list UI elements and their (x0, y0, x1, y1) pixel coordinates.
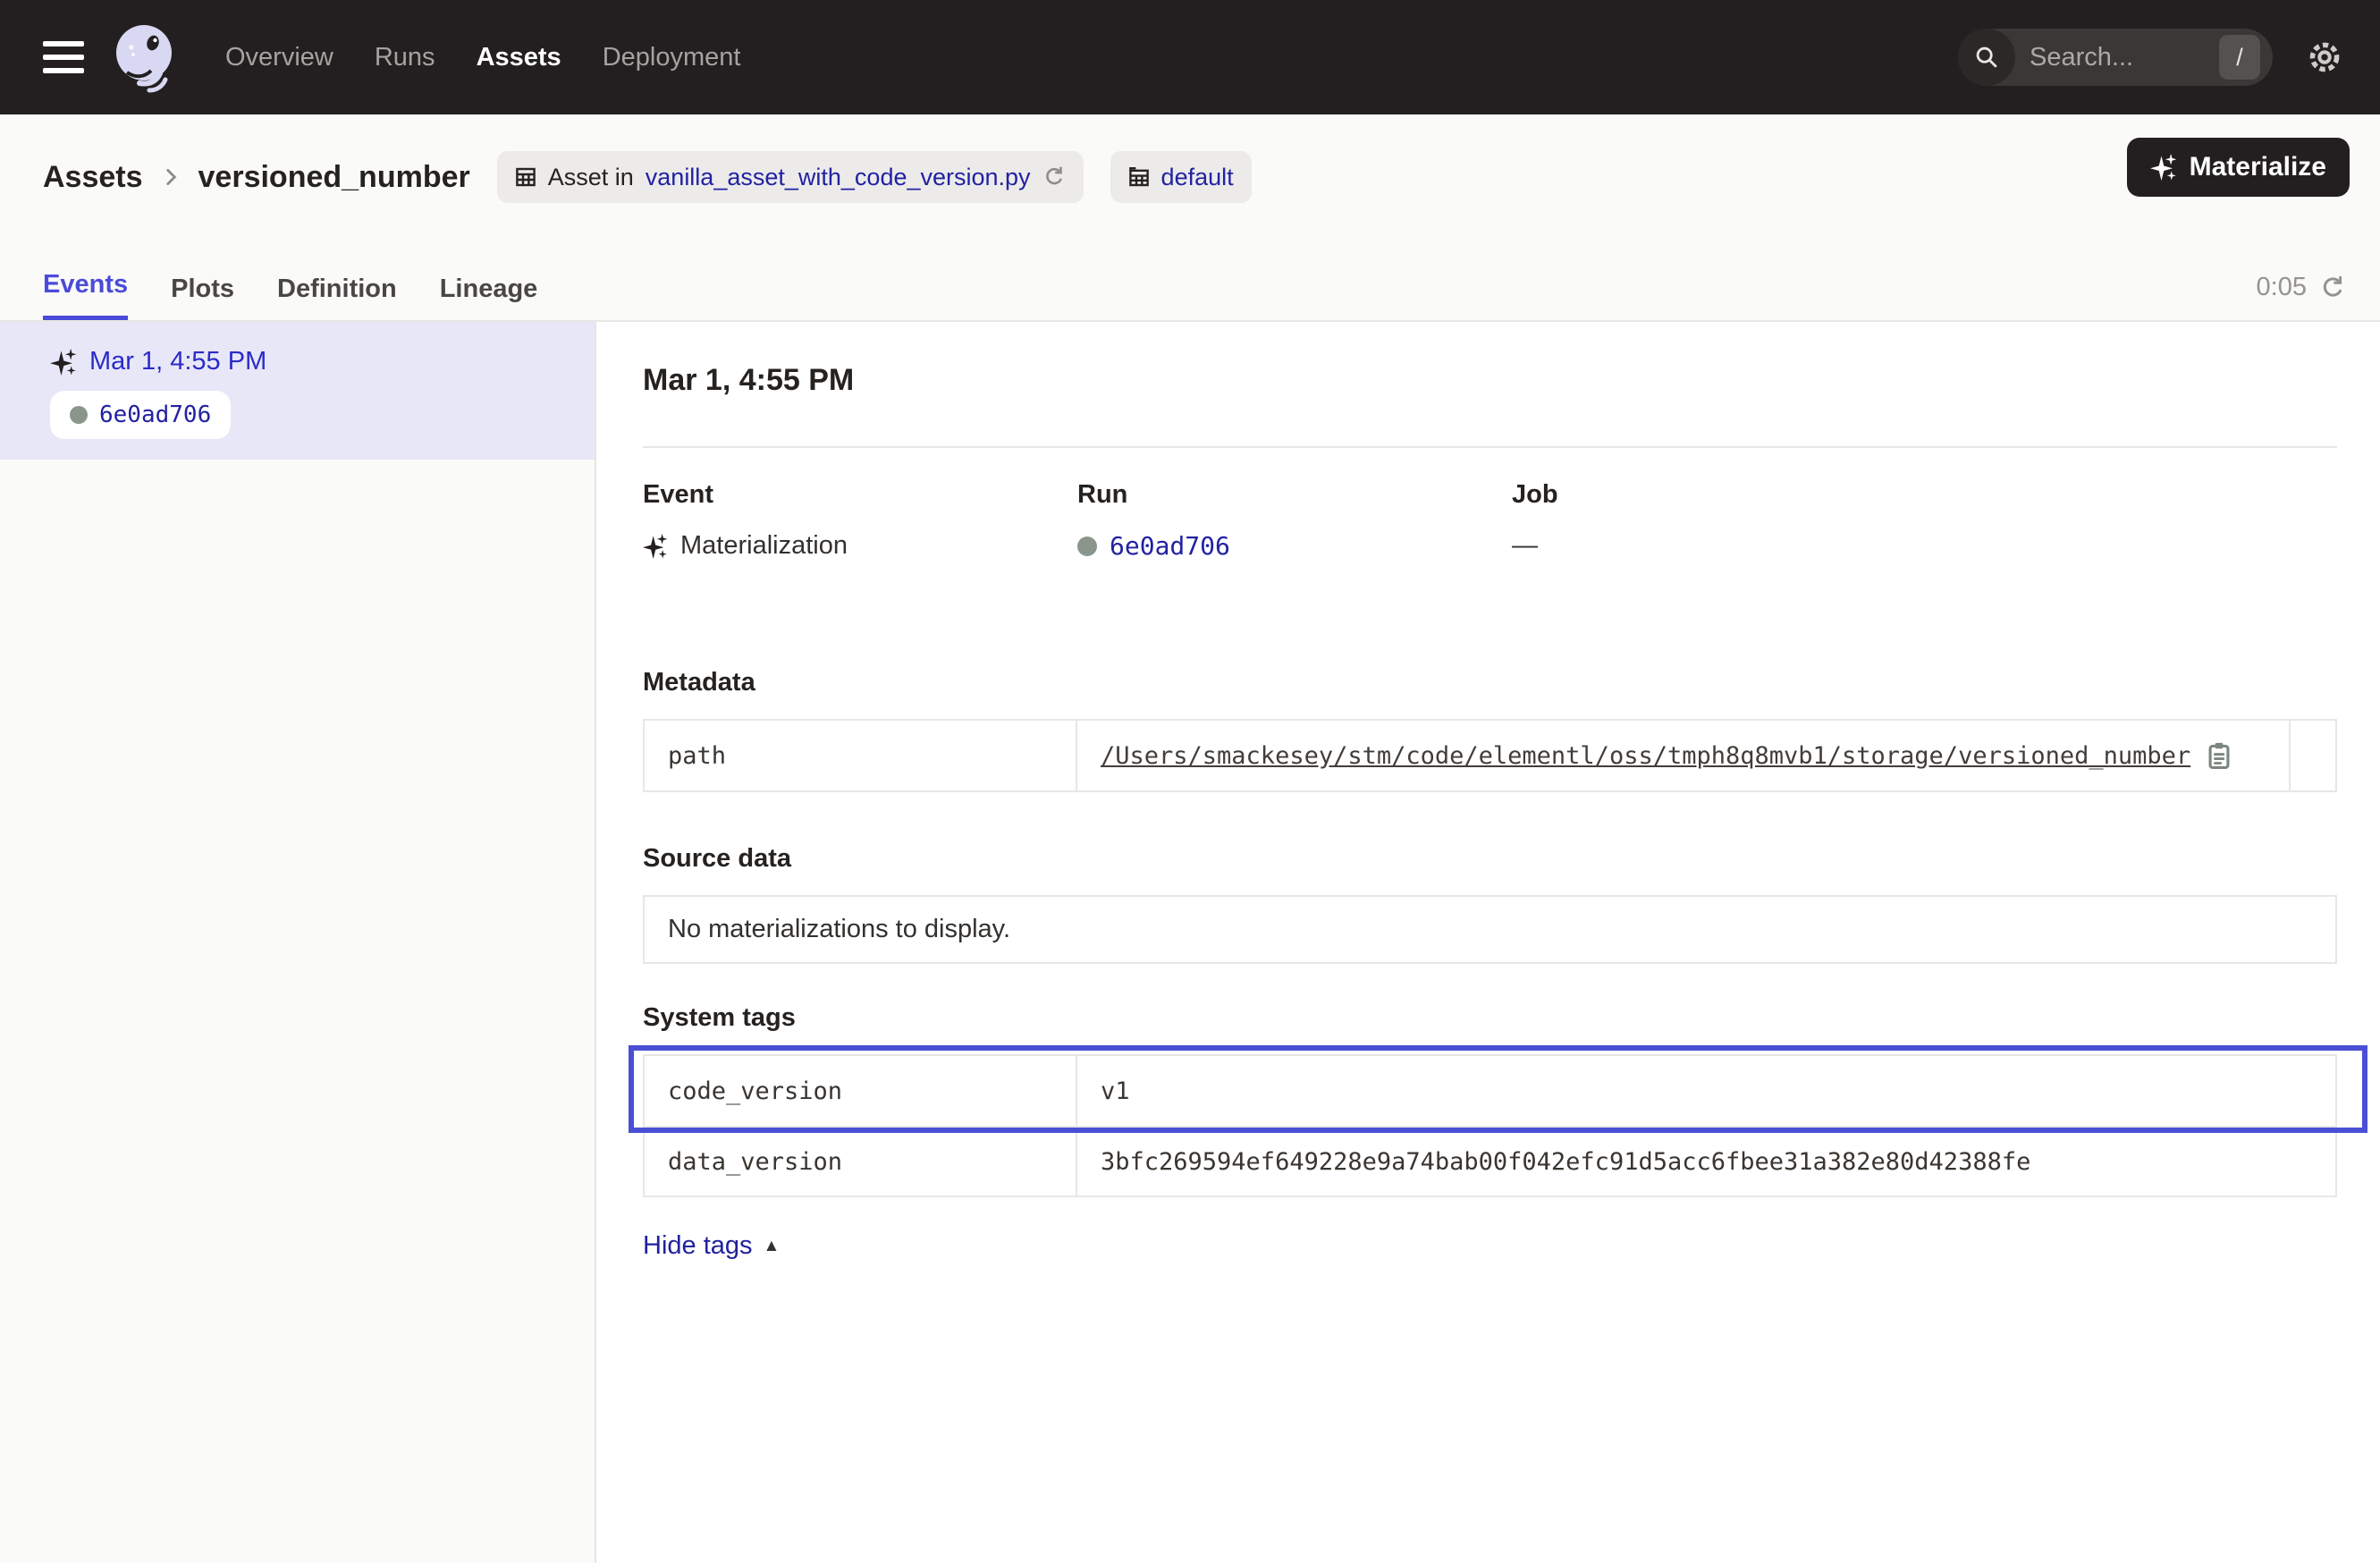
asset-location-badge[interactable]: Asset in vanilla_asset_with_code_version… (497, 151, 1084, 203)
run-status-dot (70, 406, 88, 424)
tab-bar: Events Plots Definition Lineage 0:05 (43, 270, 2380, 320)
summary-job-col: Job — (1512, 480, 2337, 561)
tag-value: v1 (1076, 1056, 2335, 1126)
code-file-link[interactable]: vanilla_asset_with_code_version.py (646, 164, 1031, 191)
asset-location-prefix: Asset in (548, 164, 634, 191)
summary-run-col: Run 6e0ad706 (1077, 480, 1512, 561)
breadcrumb-assets-link[interactable]: Assets (43, 160, 143, 195)
nav-item-deployment[interactable]: Deployment (603, 43, 741, 72)
group-link[interactable]: default (1161, 164, 1234, 191)
page-header: Assets versioned_number Asset in vanilla… (0, 114, 2380, 322)
run-id-label: 6e0ad706 (99, 401, 211, 428)
metadata-heading: Metadata (643, 668, 2337, 697)
primary-nav: Overview Runs Assets Deployment (225, 43, 740, 72)
materialization-sparkle-icon (643, 534, 668, 559)
top-nav: Overview Runs Assets Deployment / (0, 0, 2380, 114)
metadata-key: path (645, 721, 1076, 790)
tab-definition[interactable]: Definition (277, 275, 397, 320)
event-summary: Event Materialization Run 6e0ad706 (643, 480, 2337, 561)
path-value-link[interactable]: /Users/smackesey/stm/code/elementl/oss/t… (1101, 742, 2190, 770)
tab-plots[interactable]: Plots (171, 275, 234, 320)
chevron-right-icon (159, 165, 182, 189)
tag-value: 3bfc269594ef649228e9a74bab00f042efc91d5a… (1076, 1128, 2335, 1195)
hide-tags-toggle[interactable]: Hide tags ▲ (643, 1231, 780, 1261)
tag-key: data_version (645, 1128, 1076, 1195)
metadata-actions-cell (2289, 721, 2335, 790)
table-row-data-version: data_version 3bfc269594ef649228e9a74bab0… (645, 1126, 2335, 1195)
reload-icon[interactable] (1042, 165, 1066, 189)
nav-item-overview[interactable]: Overview (225, 43, 333, 72)
event-type-value: Materialization (680, 531, 848, 561)
materialize-button-label: Materialize (2190, 152, 2326, 182)
system-tags-table: code_version v1 data_version 3bfc269594e… (643, 1054, 2337, 1197)
metadata-table: path /Users/smackesey/stm/code/elementl/… (643, 719, 2337, 792)
run-id-pill[interactable]: 6e0ad706 (50, 391, 231, 439)
search-shortcut-key: / (2219, 35, 2260, 80)
caret-up-icon: ▲ (764, 1237, 781, 1256)
copy-clipboard-icon[interactable] (2205, 740, 2233, 771)
run-label: Run (1077, 480, 1512, 510)
sparkle-icon (2150, 154, 2177, 181)
dagster-logo-icon[interactable] (109, 20, 184, 95)
asset-group-badge[interactable]: default (1110, 151, 1252, 203)
table-row: path /Users/smackesey/stm/code/elementl/… (645, 721, 2335, 790)
table-row-code-version: code_version v1 (645, 1056, 2335, 1126)
nav-item-runs[interactable]: Runs (375, 43, 435, 72)
run-id-link[interactable]: 6e0ad706 (1110, 531, 1230, 561)
event-timestamp-link[interactable]: Mar 1, 4:55 PM (89, 347, 266, 376)
event-detail-panel: Mar 1, 4:55 PM Event Materialization Run (596, 322, 2380, 1563)
search-bar[interactable]: / (1958, 29, 2273, 86)
job-label: Job (1512, 480, 2337, 510)
tag-key: code_version (645, 1056, 1076, 1126)
event-list-item[interactable]: Mar 1, 4:55 PM 6e0ad706 (0, 322, 595, 460)
breadcrumb: Assets versioned_number Asset in vanilla… (43, 148, 2380, 206)
divider (643, 446, 2337, 448)
page-title: versioned_number (198, 160, 470, 195)
system-tags-heading: System tags (643, 1003, 2337, 1033)
nav-item-assets[interactable]: Assets (477, 43, 561, 72)
asset-grid-icon (515, 166, 536, 188)
event-detail-title: Mar 1, 4:55 PM (643, 363, 2337, 398)
materialization-sparkle-icon (50, 349, 77, 376)
job-value: — (1512, 531, 1538, 561)
refresh-icon[interactable] (2319, 275, 2346, 301)
empty-message: No materializations to display. (668, 915, 1010, 943)
refresh-countdown: 0:05 (2257, 273, 2307, 302)
hide-tags-label: Hide tags (643, 1231, 753, 1261)
events-sidebar: Mar 1, 4:55 PM 6e0ad706 (0, 322, 596, 1563)
hamburger-menu-icon[interactable] (43, 41, 84, 73)
refresh-timer: 0:05 (2257, 273, 2380, 320)
event-label: Event (643, 480, 1077, 510)
settings-gear-icon[interactable] (2305, 38, 2344, 77)
tab-lineage[interactable]: Lineage (440, 275, 538, 320)
tab-events[interactable]: Events (43, 270, 128, 320)
search-input[interactable] (2030, 43, 2190, 72)
source-data-heading: Source data (643, 844, 2337, 874)
summary-event-col: Event Materialization (643, 480, 1077, 561)
source-data-empty-state: No materializations to display. (643, 895, 2337, 964)
search-icon (1958, 29, 2015, 86)
materialize-button[interactable]: Materialize (2127, 138, 2350, 197)
group-grid-icon (1128, 166, 1150, 188)
run-status-dot (1077, 536, 1097, 556)
